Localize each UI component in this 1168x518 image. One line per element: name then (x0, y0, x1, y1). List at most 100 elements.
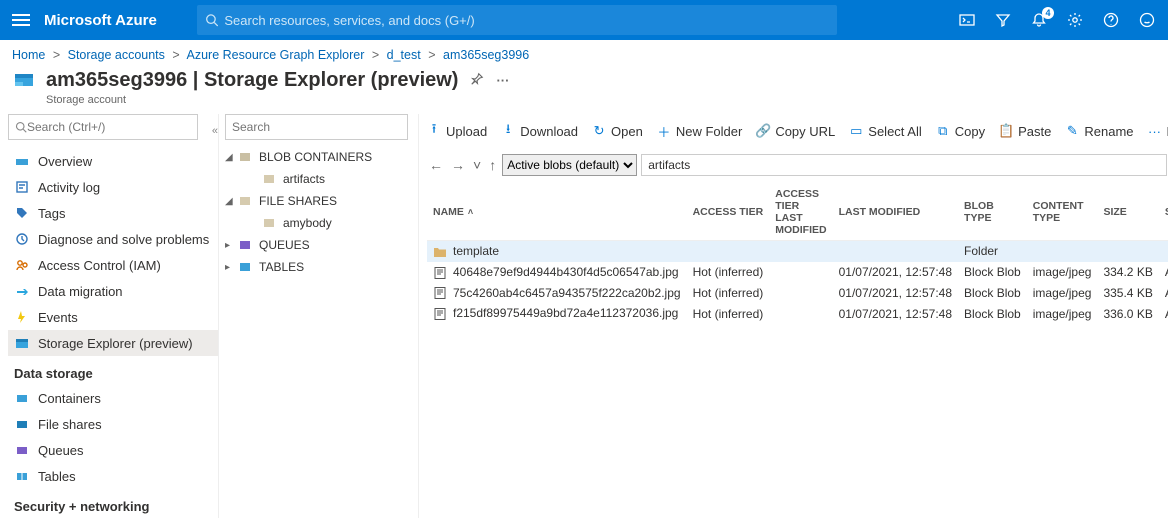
top-right-icons: 4 (958, 11, 1156, 29)
search-icon (15, 121, 27, 133)
diagnose-icon (14, 231, 30, 247)
open-button[interactable]: ↻Open (592, 124, 643, 139)
cell-content-type: image/jpeg (1027, 262, 1098, 283)
col-size[interactable]: SIZE (1097, 184, 1158, 241)
nav-label: Events (38, 310, 78, 325)
col-last-modified[interactable]: LAST MODIFIED (833, 184, 958, 241)
tree-group-label: TABLES (259, 260, 304, 274)
table-row[interactable]: templateFolder (427, 241, 1168, 262)
nav-tags[interactable]: Tags (8, 200, 218, 226)
tables-icon (14, 468, 30, 484)
tree-group-tables[interactable]: ▸ TABLES (225, 256, 408, 278)
cell-last-modified: 01/07/2021, 12:57:48 (833, 262, 958, 283)
col-content-type[interactable]: CONTENT TYPE (1027, 184, 1098, 241)
blob-view-dropdown[interactable]: Active blobs (default) (502, 154, 637, 176)
nav-data-migration[interactable]: Data migration (8, 278, 218, 304)
cell-at-last-modified (769, 241, 832, 262)
btn-label: Upload (446, 124, 487, 139)
breadcrumb-item[interactable]: Home (12, 48, 45, 62)
chevron-right-icon: ▸ (225, 262, 235, 273)
nav-label: Tables (38, 469, 76, 484)
nav-forward-icon[interactable]: → (449, 157, 467, 173)
nav-back-icon[interactable]: ← (427, 157, 445, 173)
more-toolbar-button[interactable]: ···More (1148, 124, 1168, 139)
tables-group-icon (237, 259, 253, 275)
breadcrumb-item[interactable]: Storage accounts (68, 48, 165, 62)
col-status[interactable]: STATUS (1159, 184, 1168, 241)
copy-button[interactable]: ⧉Copy (936, 124, 985, 139)
global-search-input[interactable] (224, 13, 828, 28)
cell-content-type (1027, 241, 1098, 262)
nav-iam[interactable]: Access Control (IAM) (8, 252, 218, 278)
nav-up-icon[interactable]: ↑ (487, 157, 498, 173)
overview-icon (14, 153, 30, 169)
nav-activity-log[interactable]: Activity log (8, 174, 218, 200)
tree-search-input[interactable] (225, 114, 408, 140)
tree-item-artifacts[interactable]: artifacts (225, 168, 408, 190)
cell-blob-type: Block Blob (958, 262, 1027, 283)
breadcrumb-item[interactable]: Azure Resource Graph Explorer (187, 48, 365, 62)
nav-queues[interactable]: Queues (8, 437, 218, 463)
col-name[interactable]: NAME˄ (427, 184, 687, 241)
new-folder-button[interactable]: ＋New Folder (657, 124, 742, 139)
tree-item-label: artifacts (283, 172, 325, 186)
paste-icon: 📋 (999, 124, 1013, 138)
cell-name: 40648e79ef9d4944b430f4d5c06547ab.jpg (453, 265, 679, 279)
btn-label: Copy URL (775, 124, 835, 139)
global-search[interactable] (197, 5, 837, 35)
nav-events[interactable]: Events (8, 304, 218, 330)
help-icon[interactable] (1102, 11, 1120, 29)
nav-storage-explorer[interactable]: Storage Explorer (preview) (8, 330, 218, 356)
pin-icon[interactable] (470, 72, 484, 89)
download-button[interactable]: ⭳Download (501, 124, 578, 139)
cloud-shell-icon[interactable] (958, 11, 976, 29)
storage-tree: ◢BLOB CONTAINERS artifacts ◢FILE SHARES … (218, 114, 418, 518)
rename-icon: ✎ (1065, 124, 1079, 138)
brand-label[interactable]: Microsoft Azure (44, 12, 157, 29)
settings-gear-icon[interactable] (1066, 11, 1084, 29)
path-crumb-box[interactable]: artifacts (641, 154, 1167, 176)
col-at-last-modified[interactable]: ACCESS TIER LAST MODIFIED (769, 184, 832, 241)
directory-filter-icon[interactable] (994, 11, 1012, 29)
more-button[interactable]: ··· (496, 73, 509, 88)
tree-group-queues[interactable]: ▸QUEUES (225, 234, 408, 256)
hamburger-menu-icon[interactable] (12, 14, 30, 26)
breadcrumb-item[interactable]: am365seg3996 (443, 48, 529, 62)
copy-url-button[interactable]: 🔗Copy URL (756, 124, 835, 139)
nav-overview[interactable]: Overview (8, 148, 218, 174)
blob-navigation-row: ← → ˅ ↑ Active blobs (default) artifacts (427, 150, 1168, 180)
nav-tables[interactable]: Tables (8, 463, 218, 489)
resource-menu-search-input[interactable] (27, 120, 191, 134)
tree-group-blob-containers[interactable]: ◢BLOB CONTAINERS (225, 146, 408, 168)
nav-containers[interactable]: Containers (8, 385, 218, 411)
nav-label: Activity log (38, 180, 100, 195)
cell-status (1159, 241, 1168, 262)
iam-icon (14, 257, 30, 273)
resource-menu-search[interactable] (8, 114, 198, 140)
table-row[interactable]: f215df89975449a9bd72a4e112372036.jpgHot … (427, 303, 1168, 324)
chevron-right-icon: > (428, 48, 435, 62)
tree-group-file-shares[interactable]: ◢FILE SHARES (225, 190, 408, 212)
col-access-tier[interactable]: ACCESS TIER (687, 184, 770, 241)
nav-file-shares[interactable]: File shares (8, 411, 218, 437)
queues-group-icon (237, 237, 253, 253)
tree-item-amybody[interactable]: amybody (225, 212, 408, 234)
rename-button[interactable]: ✎Rename (1065, 124, 1133, 139)
notification-count-badge: 4 (1042, 7, 1054, 19)
tags-icon (14, 205, 30, 221)
nav-down-icon[interactable]: ˅ (471, 157, 483, 173)
tree-group-label: FILE SHARES (259, 194, 337, 208)
col-blob-type[interactable]: BLOB TYPE (958, 184, 1027, 241)
notifications-icon[interactable]: 4 (1030, 11, 1048, 29)
feedback-icon[interactable] (1138, 11, 1156, 29)
nav-diagnose[interactable]: Diagnose and solve problems (8, 226, 218, 252)
cell-at-last-modified (769, 283, 832, 304)
table-row[interactable]: 75c4260ab4c6457a943575f222ca20b2.jpgHot … (427, 283, 1168, 304)
upload-button[interactable]: ⭱Upload (427, 124, 487, 139)
breadcrumb-item[interactable]: d_test (387, 48, 421, 62)
select-all-button[interactable]: ▭Select All (849, 124, 921, 139)
paste-button[interactable]: 📋Paste (999, 124, 1051, 139)
table-row[interactable]: 40648e79ef9d4944b430f4d5c06547ab.jpgHot … (427, 262, 1168, 283)
activity-log-icon (14, 179, 30, 195)
chevron-right-icon: > (53, 48, 60, 62)
